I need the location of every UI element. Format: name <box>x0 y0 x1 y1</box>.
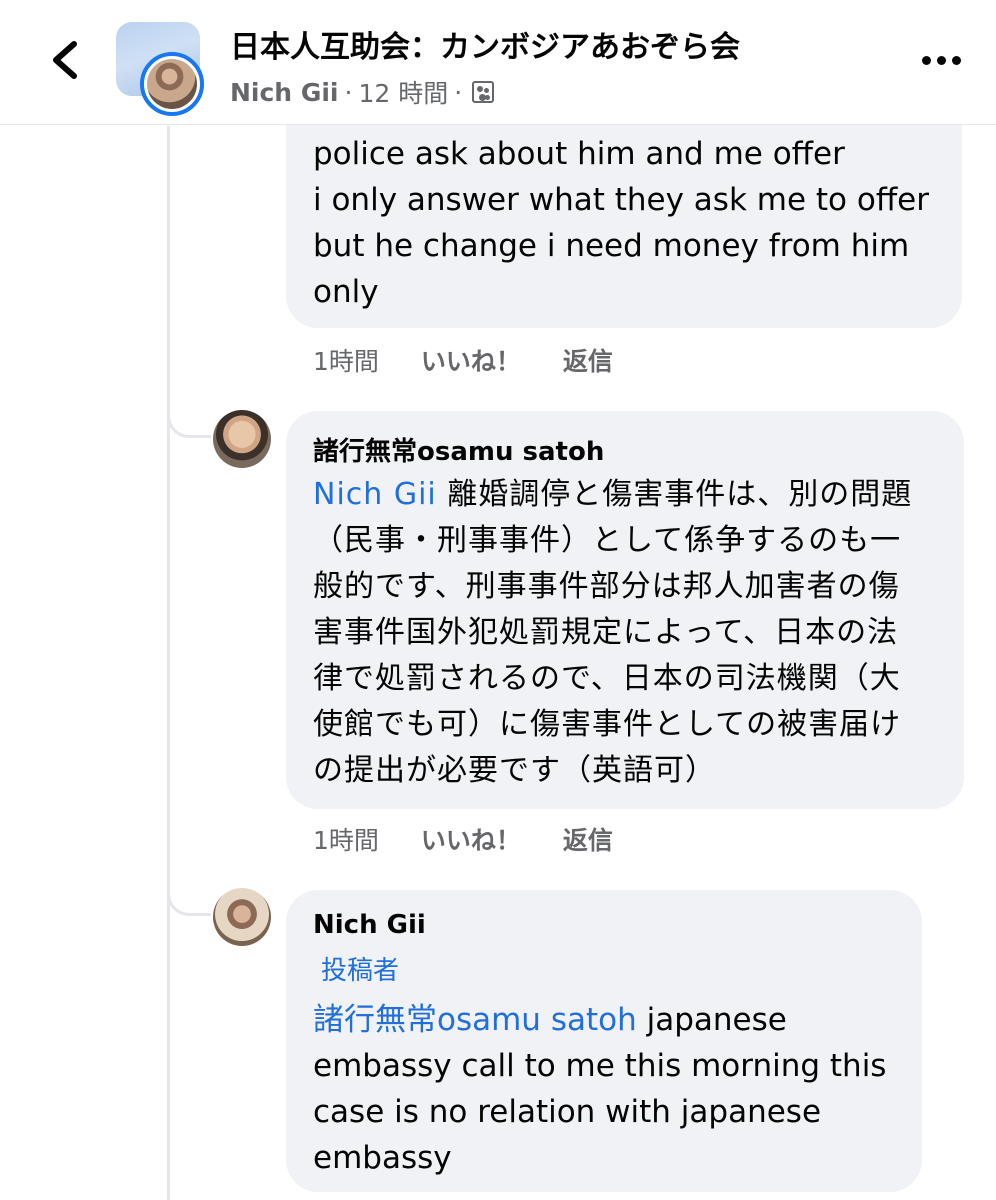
comment-text: Nich Gii 離婚調停と傷害事件は、別の問題 （民事・刑事事件）として係争す… <box>313 472 912 794</box>
commenter-avatar[interactable] <box>213 410 271 468</box>
mention-link[interactable]: 諸行無常osamu satoh <box>313 1002 637 1038</box>
comment-line: の提出が必要です（英語可） <box>313 753 716 788</box>
comment-line: 離婚調停と傷害事件は、別の問題 <box>447 477 913 512</box>
post-author[interactable]: Nich Gii <box>230 78 338 107</box>
comment-line: but he change i need money from him <box>313 228 910 264</box>
more-dot <box>936 55 946 65</box>
meta-separator: · <box>454 77 463 107</box>
comment-line: 律で処罰されるので、日本の司法機関（大 <box>313 661 901 696</box>
comment-line: only <box>313 274 379 310</box>
comment-bubble: 諸行無常osamu satoh Nich Gii 離婚調停と傷害事件は、別の問題… <box>286 411 964 809</box>
comment-actions: 1時間 いいね！ 返信 <box>313 342 613 378</box>
commenter-avatar[interactable] <box>213 888 271 946</box>
author-badge: 投稿者 <box>321 956 400 986</box>
comment-author[interactable]: Nich Gii <box>313 910 426 940</box>
comment-line: embassy <box>313 1140 452 1176</box>
group-audience-icon <box>472 81 495 103</box>
comment-line: 使館でも可）に傷害事件としての被害届け <box>313 707 902 742</box>
group-avatar[interactable] <box>116 22 204 116</box>
comment-text: police ask about him and me offer i only… <box>313 131 929 315</box>
comment-bubble: police ask about him and me offer i only… <box>286 96 962 328</box>
comment-actions: 1時間 いいね！ 返信 <box>313 821 613 857</box>
chevron-left-icon <box>53 41 77 79</box>
like-button[interactable]: いいね！ <box>421 342 521 378</box>
comment-line: police ask about him and me offer <box>313 136 845 172</box>
post-time[interactable]: 12 時間 <box>358 74 448 110</box>
poster-avatar-ring <box>140 52 204 116</box>
group-name[interactable]: 日本人互助会：カンボジアあおぞら会 <box>230 22 740 66</box>
comment-text: 諸行無常osamu satoh japanese embassy call to… <box>313 997 886 1181</box>
more-options-button[interactable] <box>916 48 966 72</box>
poster-avatar <box>147 59 197 109</box>
comment-author[interactable]: 諸行無常osamu satoh <box>313 431 604 468</box>
comment-line: 害事件国外犯処罰規定によって、日本の法 <box>313 615 899 650</box>
comment-line: i only answer what they ask me to offer <box>313 182 929 218</box>
thread-connector <box>167 408 211 438</box>
comment-line: 般的です、刑事事件部分は邦人加害者の傷 <box>313 569 900 604</box>
comment-line: embassy call to me this morning this <box>313 1048 887 1084</box>
meta-separator: · <box>344 77 353 107</box>
mention-link[interactable]: Nich Gii <box>313 477 437 512</box>
more-dot <box>951 55 961 65</box>
comment-line: （民事・刑事事件）として係争するのも一 <box>313 523 902 558</box>
post-meta: Nich Gii · 12 時間 · <box>230 74 495 110</box>
comment-line: japanese <box>646 1002 787 1038</box>
comment-line: case is no relation with japanese <box>313 1094 822 1130</box>
comment-time[interactable]: 1時間 <box>313 821 379 857</box>
back-button[interactable] <box>44 36 88 84</box>
reply-button[interactable]: 返信 <box>563 342 613 378</box>
thread-line <box>167 126 170 1200</box>
comment-bubble: Nich Gii 投稿者 諸行無常osamu satoh japanese em… <box>286 890 922 1192</box>
comment-time[interactable]: 1時間 <box>313 342 379 378</box>
reply-button[interactable]: 返信 <box>563 821 613 857</box>
post-header: 日本人互助会：カンボジアあおぞら会 Nich Gii · 12 時間 · <box>0 0 996 125</box>
more-dot <box>921 55 931 65</box>
like-button[interactable]: いいね！ <box>421 821 521 857</box>
thread-connector <box>167 886 211 916</box>
